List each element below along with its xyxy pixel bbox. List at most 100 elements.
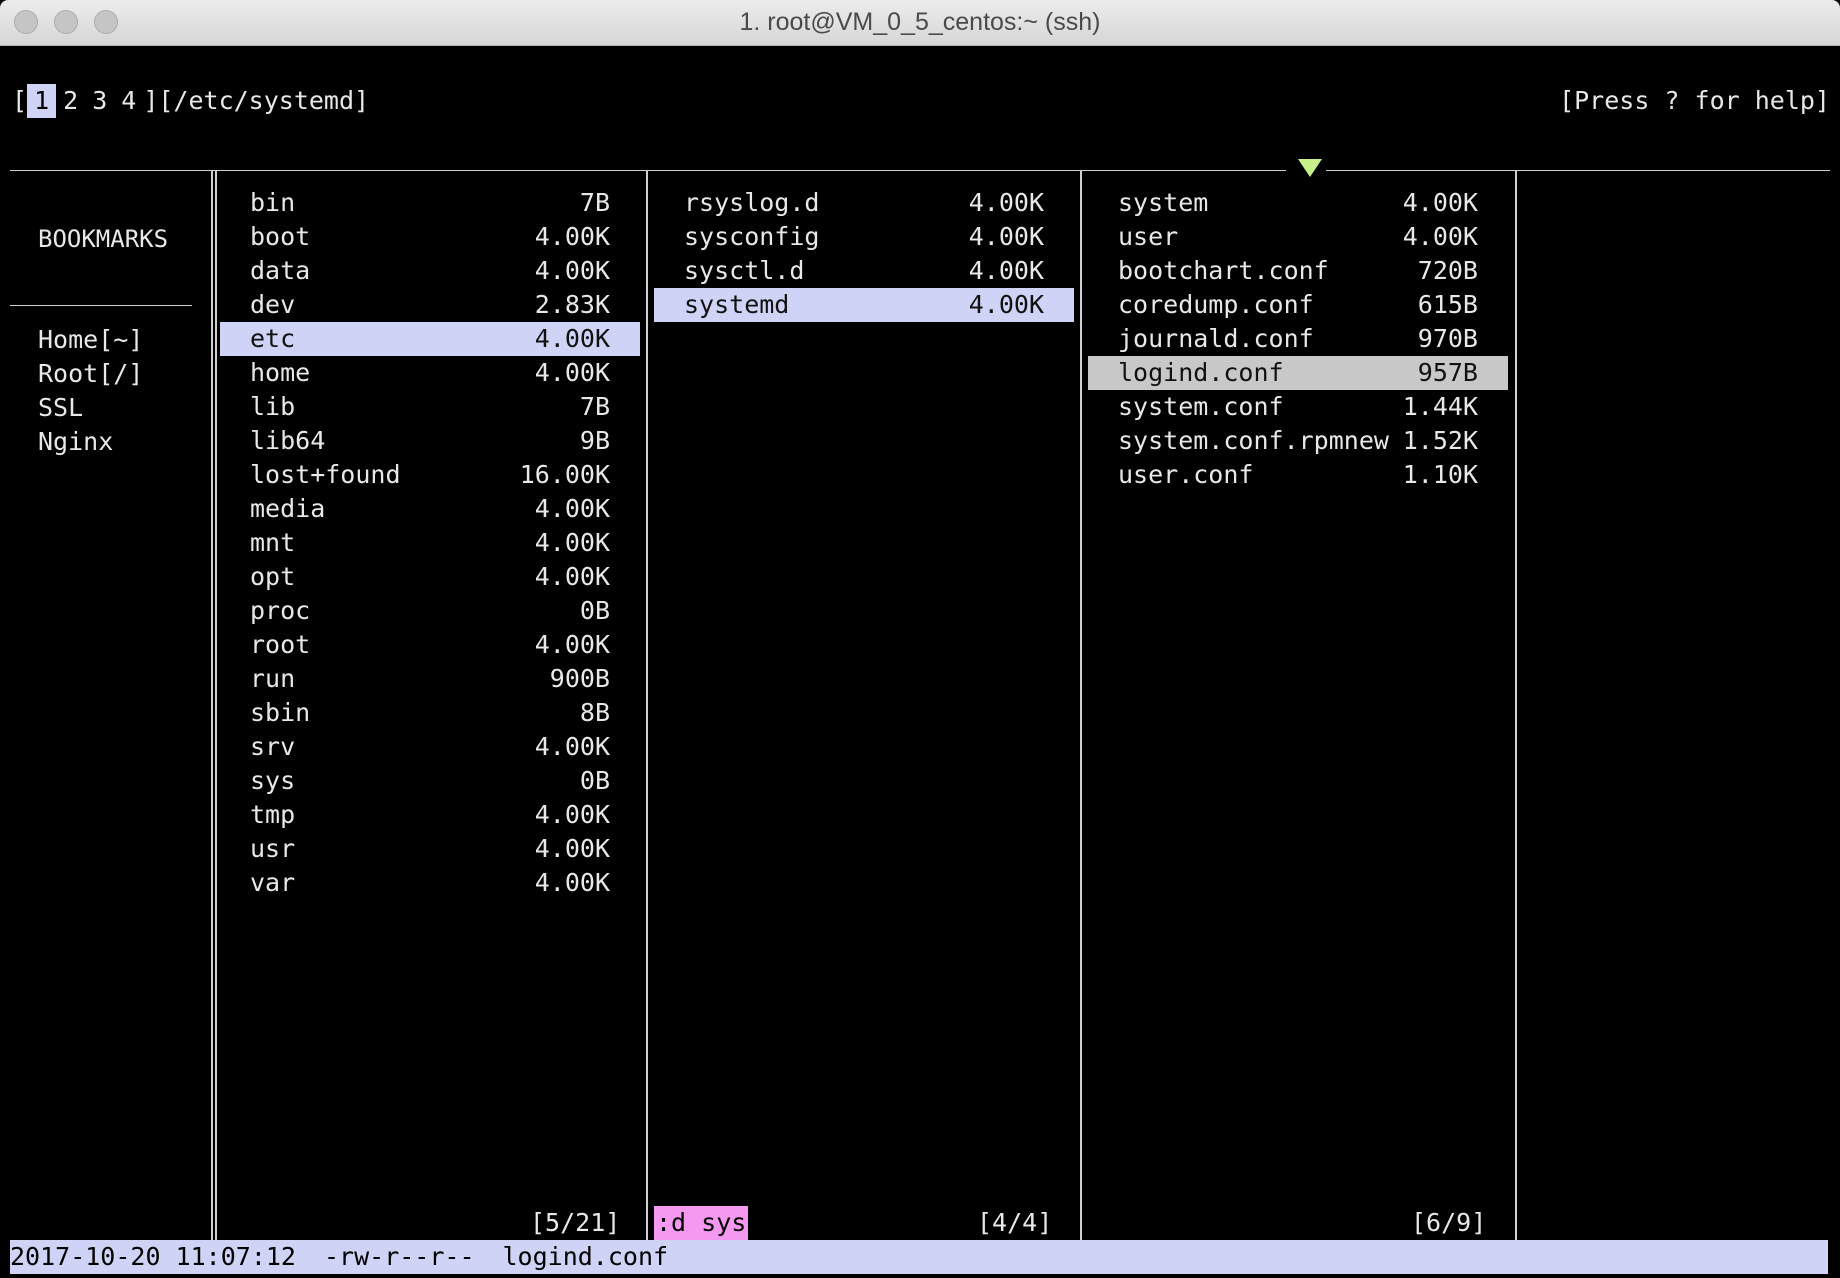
file-size: 4.00K (1402, 222, 1478, 251)
tab-2[interactable]: 2 (56, 84, 85, 118)
file-name: run (250, 664, 296, 693)
file-row[interactable]: user 4.00K (1088, 220, 1508, 254)
etc-directory-column: rsyslog.d 4.00K sysconfig 4.00K sysctl.d 4.00… (654, 186, 1074, 322)
file-row[interactable]: lib 7B (220, 390, 640, 424)
file-size: 957B (1417, 358, 1478, 387)
file-name: sbin (250, 698, 311, 727)
file-row[interactable]: dev 2.83K (220, 288, 640, 322)
file-row[interactable]: lib64 9B (220, 424, 640, 458)
file-row[interactable]: home 4.00K (220, 356, 640, 390)
file-size: 9B (579, 426, 610, 455)
file-size: 4.00K (968, 256, 1044, 285)
file-name: root (250, 630, 311, 659)
file-row[interactable]: proc 0B (220, 594, 640, 628)
file-size: 720B (1417, 256, 1478, 285)
file-row[interactable]: user.conf 1.10K (1088, 458, 1508, 492)
file-row[interactable]: data 4.00K (220, 254, 640, 288)
file-size: 4.00K (534, 324, 610, 353)
file-row[interactable]: rsyslog.d 4.00K (654, 186, 1074, 220)
status-bar: 2017-10-20 11:07:12 -rw-r--r-- logind.conf (10, 1240, 1828, 1274)
command-filter-input[interactable]: :d sys (654, 1206, 749, 1240)
column-divider-4 (1515, 170, 1517, 1240)
scroll-marker-icon (1298, 159, 1322, 177)
file-size: 4.00K (534, 800, 610, 829)
file-row[interactable]: coredump.conf 615B (1088, 288, 1508, 322)
file-row[interactable]: bootchart.conf 720B (1088, 254, 1508, 288)
file-permissions: -rw-r--r-- (323, 1242, 475, 1271)
file-name: lib (250, 392, 296, 421)
file-size: 16.00K (519, 460, 610, 489)
file-size: 900B (549, 664, 610, 693)
file-name: data (250, 256, 311, 285)
bookmark-home[interactable]: Home[~] (38, 323, 143, 357)
file-row[interactable]: root 4.00K (220, 628, 640, 662)
etc-column-counter: [4/4] (977, 1208, 1053, 1237)
file-row[interactable]: boot 4.00K (220, 220, 640, 254)
file-size: 4.00K (534, 358, 610, 387)
file-size: 7B (579, 392, 610, 421)
bookmark-ssl[interactable]: SSL (38, 391, 143, 425)
bookmark-root[interactable]: Root[/] (38, 357, 143, 391)
file-row[interactable]: system.conf 1.44K (1088, 390, 1508, 424)
file-name: opt (250, 562, 296, 591)
file-name: boot (250, 222, 311, 251)
file-row[interactable]: systemd 4.00K (654, 288, 1074, 322)
file-name: system.conf.rpmnew (1118, 426, 1389, 455)
file-name: sysconfig (684, 222, 820, 251)
tab-bracket: [ (12, 86, 28, 115)
file-name: tmp (250, 800, 296, 829)
file-row[interactable]: var 4.00K (220, 866, 640, 900)
file-row[interactable]: sysctl.d 4.00K (654, 254, 1074, 288)
root-column-counter: [5/21] (530, 1208, 621, 1237)
file-size: 4.00K (968, 290, 1044, 319)
file-row[interactable]: tmp 4.00K (220, 798, 640, 832)
file-size: 4.00K (534, 494, 610, 523)
file-name: lib64 (250, 426, 326, 455)
file-row[interactable]: system.conf.rpmnew 1.52K (1088, 424, 1508, 458)
file-row[interactable]: bin 7B (220, 186, 640, 220)
file-row[interactable]: system 4.00K (1088, 186, 1508, 220)
file-row[interactable]: run 900B (220, 662, 640, 696)
file-size: 7B (579, 188, 610, 217)
file-size: 2.83K (534, 290, 610, 319)
file-size: 4.00K (534, 732, 610, 761)
current-path: ][/etc/systemd] (143, 86, 370, 115)
file-name: proc (250, 596, 311, 625)
file-row[interactable]: lost+found 16.00K (220, 458, 640, 492)
file-row[interactable]: mnt 4.00K (220, 526, 640, 560)
file-name: lost+found (250, 460, 401, 489)
bookmarks-divider (10, 305, 192, 306)
file-row[interactable]: sys 0B (220, 764, 640, 798)
file-row[interactable]: opt 4.00K (220, 560, 640, 594)
tab-1[interactable]: 1 (27, 84, 57, 118)
file-row[interactable]: journald.conf 970B (1088, 322, 1508, 356)
top-divider-left (10, 170, 1286, 171)
file-size: 1.52K (1402, 426, 1478, 455)
tab-bar: [1 2 3 4][/etc/systemd] (12, 84, 369, 118)
file-row[interactable]: sysconfig 4.00K (654, 220, 1074, 254)
bookmark-nginx[interactable]: Nginx (38, 425, 143, 459)
file-name: etc (250, 324, 296, 353)
file-name: system (1118, 188, 1209, 217)
file-row[interactable]: sbin 8B (220, 696, 640, 730)
file-row[interactable]: etc 4.00K (220, 322, 640, 356)
column-divider-3 (1080, 170, 1082, 1240)
file-size: 4.00K (968, 222, 1044, 251)
file-name: bootchart.conf (1118, 256, 1329, 285)
file-size: 1.44K (1402, 392, 1478, 421)
tab-3[interactable]: 3 (85, 84, 114, 118)
title-bar: 1. root@VM_0_5_centos:~ (ssh) (0, 0, 1840, 46)
file-row[interactable]: usr 4.00K (220, 832, 640, 866)
root-directory-column: bin 7B boot 4.00K data 4.00K dev 2.83K etc 4.00K h… (220, 186, 640, 900)
file-name: srv (250, 732, 296, 761)
file-name: systemd (684, 290, 790, 319)
file-size: 615B (1417, 290, 1478, 319)
file-size: 4.00K (534, 528, 610, 557)
file-name: logind.conf (502, 1242, 669, 1271)
file-row[interactable]: srv 4.00K (220, 730, 640, 764)
file-name: sys (250, 766, 296, 795)
file-row[interactable]: media 4.00K (220, 492, 640, 526)
file-row[interactable]: logind.conf 957B (1088, 356, 1508, 390)
tab-4[interactable]: 4 (114, 84, 143, 118)
column-divider-2 (646, 170, 648, 1240)
